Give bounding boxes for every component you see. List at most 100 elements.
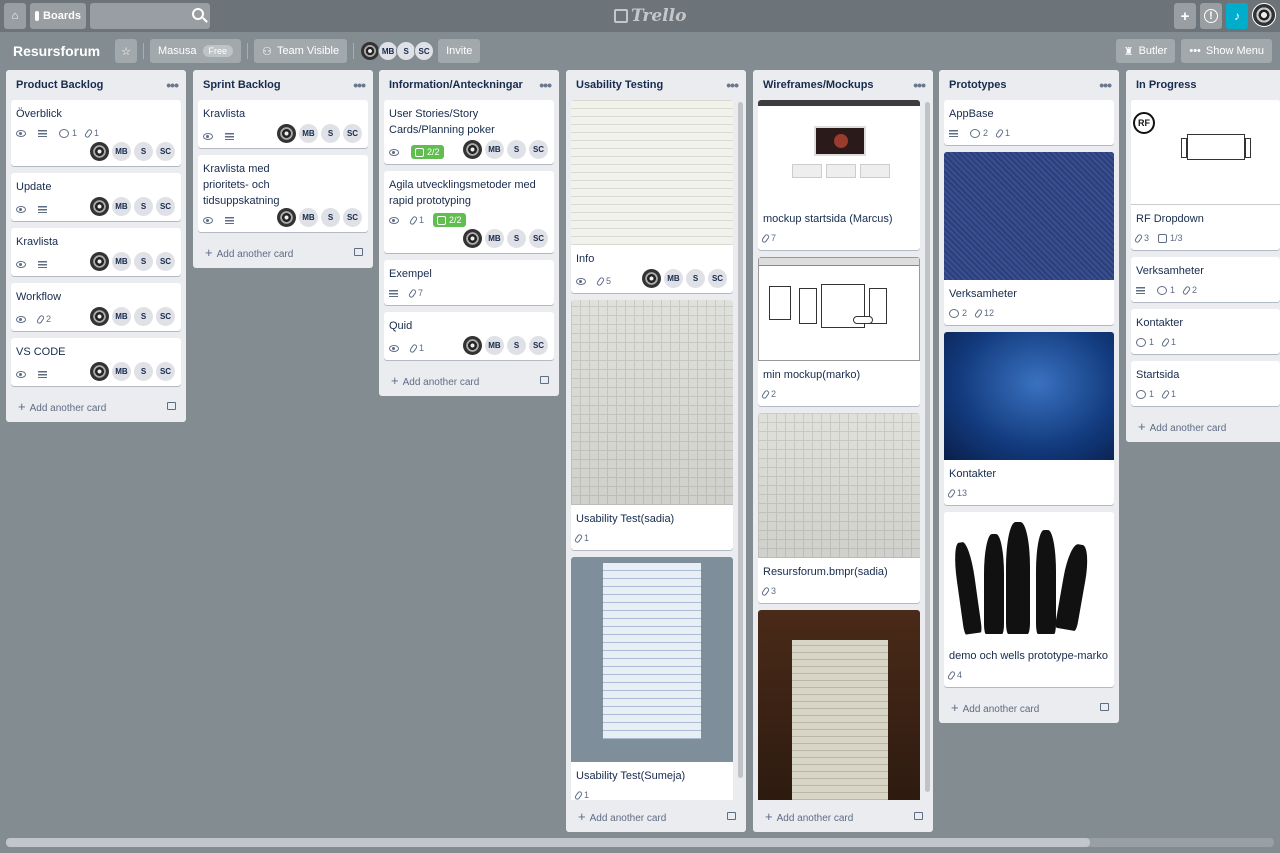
member-avatar[interactable]: [90, 252, 109, 271]
notifications-button[interactable]: ♪: [1226, 3, 1248, 29]
list-title[interactable]: In Progress: [1136, 79, 1197, 91]
card[interactable]: User Stories/Story Cards/Planning poker …: [384, 100, 554, 164]
template-icon[interactable]: [354, 248, 363, 256]
list-title[interactable]: Product Backlog: [16, 79, 103, 91]
card[interactable]: demo och wells prototype-marko 4: [944, 512, 1114, 687]
member-avatar[interactable]: S: [134, 197, 153, 216]
card[interactable]: Överblick 11 MB S SC: [11, 100, 181, 166]
list-menu-icon[interactable]: •••: [726, 77, 739, 93]
show-menu-button[interactable]: ••• Show Menu: [1181, 39, 1272, 63]
boards-button[interactable]: Boards: [30, 3, 86, 29]
card[interactable]: Verksamheter 2 12: [944, 152, 1114, 325]
member-avatar[interactable]: S: [507, 336, 526, 355]
visibility-button[interactable]: ⚇ Team Visible: [254, 39, 348, 63]
member-avatar[interactable]: SC: [708, 269, 727, 288]
member-avatar[interactable]: S: [134, 307, 153, 326]
member-avatar[interactable]: [463, 140, 482, 159]
member-avatar[interactable]: [90, 307, 109, 326]
list-title[interactable]: Information/Anteckningar: [389, 79, 523, 91]
member-avatar[interactable]: MB: [664, 269, 683, 288]
member-avatar[interactable]: MB: [299, 208, 318, 227]
member-avatar[interactable]: S: [507, 140, 526, 159]
member-avatar[interactable]: [90, 362, 109, 381]
list-menu-icon[interactable]: •••: [913, 77, 926, 93]
member-avatar[interactable]: [360, 41, 381, 61]
member-avatar[interactable]: MB: [112, 142, 131, 161]
add-card-button[interactable]: + Add another card: [566, 803, 746, 829]
list-title[interactable]: Sprint Backlog: [203, 79, 281, 91]
member-avatar[interactable]: SC: [414, 41, 435, 61]
template-icon[interactable]: [914, 812, 923, 820]
list-menu-icon[interactable]: •••: [353, 77, 366, 93]
member-avatar[interactable]: SC: [156, 197, 175, 216]
list-scrollbar[interactable]: [925, 102, 930, 792]
card[interactable]: AppBase 21: [944, 100, 1114, 145]
member-avatar[interactable]: SC: [343, 124, 362, 143]
card[interactable]: Kravlista med prioritets- och tidsuppska…: [198, 155, 368, 232]
home-button[interactable]: ⌂: [4, 3, 26, 29]
member-avatar[interactable]: SC: [529, 336, 548, 355]
list-title[interactable]: Usability Testing: [576, 79, 663, 91]
member-avatar[interactable]: SC: [156, 142, 175, 161]
list-scrollbar[interactable]: [738, 102, 743, 778]
workspace-button[interactable]: Masusa Free: [150, 39, 242, 63]
list-menu-icon[interactable]: •••: [539, 77, 552, 93]
scrollbar-thumb[interactable]: [6, 838, 1090, 847]
card[interactable]: Workflow 2 MB S SC: [11, 283, 181, 331]
template-icon[interactable]: [1100, 703, 1109, 711]
list-menu-icon[interactable]: •••: [1099, 77, 1112, 93]
board-title[interactable]: Resursforum: [8, 43, 105, 59]
card[interactable]: RF RF Dropdown 3 1/3: [1131, 100, 1280, 250]
invite-button[interactable]: Invite: [438, 39, 481, 63]
member-avatar[interactable]: S: [321, 124, 340, 143]
card[interactable]: min mockup(marko) 2: [758, 257, 920, 406]
member-avatar[interactable]: [642, 269, 661, 288]
trello-logo[interactable]: Trello: [614, 6, 686, 26]
butler-button[interactable]: ♜ Butler: [1115, 39, 1176, 63]
card[interactable]: Usability Test(sadia) 1: [571, 300, 733, 550]
card[interactable]: [758, 610, 920, 800]
card[interactable]: Quid 1 MB S SC: [384, 312, 554, 360]
card[interactable]: Agila utvecklingsmetoder med rapid proto…: [384, 171, 554, 253]
member-avatar[interactable]: [463, 336, 482, 355]
member-avatar[interactable]: SC: [156, 307, 175, 326]
member-avatar[interactable]: S: [321, 208, 340, 227]
member-avatar[interactable]: MB: [112, 307, 131, 326]
member-avatar[interactable]: [463, 229, 482, 248]
card[interactable]: Exempel 7: [384, 260, 554, 305]
add-card-button[interactable]: + Add another card: [939, 694, 1119, 720]
member-avatar[interactable]: S: [134, 362, 153, 381]
star-button[interactable]: ☆: [115, 39, 138, 63]
member-avatar[interactable]: S: [134, 142, 153, 161]
member-avatar[interactable]: S: [134, 252, 153, 271]
add-card-button[interactable]: + Add another card: [753, 803, 933, 829]
add-card-button[interactable]: + Add another card: [379, 367, 559, 393]
create-button[interactable]: +: [1174, 3, 1196, 29]
member-avatar[interactable]: S: [396, 41, 417, 61]
member-avatar[interactable]: SC: [529, 140, 548, 159]
info-button[interactable]: !: [1200, 3, 1222, 29]
member-avatar[interactable]: SC: [156, 362, 175, 381]
card[interactable]: Resursforum.bmpr(sadia) 3: [758, 413, 920, 603]
member-avatar[interactable]: [90, 197, 109, 216]
board-horizontal-scrollbar[interactable]: [6, 838, 1274, 847]
member-avatar[interactable]: S: [507, 229, 526, 248]
member-avatar[interactable]: MB: [112, 252, 131, 271]
member-avatar[interactable]: MB: [112, 197, 131, 216]
member-avatar[interactable]: MB: [485, 336, 504, 355]
list-title[interactable]: Prototypes: [949, 79, 1006, 91]
member-avatar[interactable]: S: [686, 269, 705, 288]
member-avatar[interactable]: [277, 124, 296, 143]
user-avatar[interactable]: [1252, 3, 1276, 27]
card[interactable]: Kontakter 13: [944, 332, 1114, 505]
member-avatar[interactable]: [277, 208, 296, 227]
card[interactable]: Verksamheter 12: [1131, 257, 1280, 302]
card[interactable]: VS CODE MB S SC: [11, 338, 181, 386]
member-avatar[interactable]: MB: [299, 124, 318, 143]
member-avatar[interactable]: MB: [378, 41, 399, 61]
member-avatar[interactable]: SC: [529, 229, 548, 248]
template-icon[interactable]: [727, 812, 736, 820]
card[interactable]: Kravlista MB S SC: [11, 228, 181, 276]
template-icon[interactable]: [540, 376, 549, 384]
list-title[interactable]: Wireframes/Mockups: [763, 79, 874, 91]
